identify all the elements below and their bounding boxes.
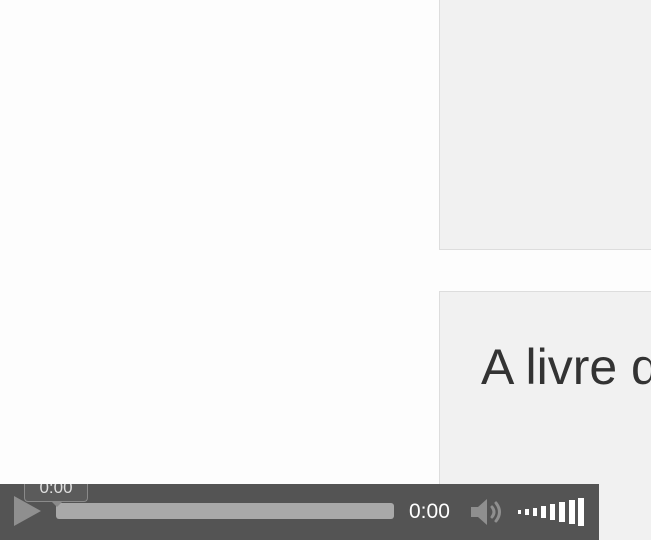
panel-heading: A livre d <box>481 339 651 395</box>
mute-button[interactable] <box>468 496 508 528</box>
seek-slider[interactable] <box>56 503 394 519</box>
volume-bars-icon <box>518 498 584 526</box>
page: A livre d 0:00 0:00 <box>0 0 651 540</box>
current-time: 0:00 <box>409 500 450 523</box>
speaker-icon <box>471 499 501 525</box>
time-tooltip-pointer <box>51 501 63 507</box>
time-tooltip: 0:00 <box>24 484 88 502</box>
volume-slider[interactable] <box>517 498 585 526</box>
audio-player: 0:00 0:00 <box>0 484 599 540</box>
content-panel-top <box>439 0 651 250</box>
